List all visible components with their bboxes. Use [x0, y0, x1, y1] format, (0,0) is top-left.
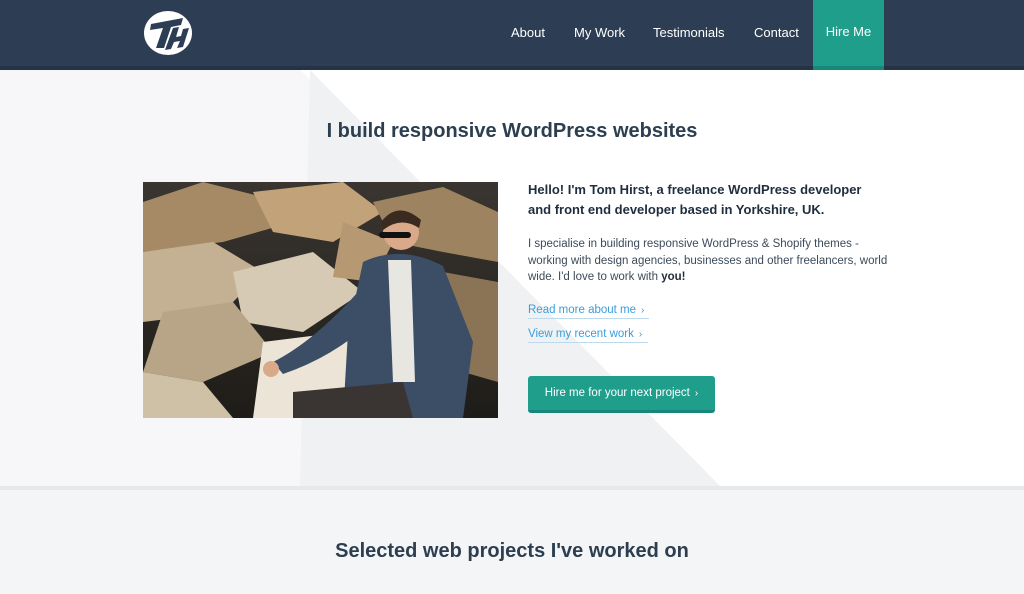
chevron-right-icon: › — [694, 388, 699, 399]
projects-section: Selected web projects I've worked on — [0, 490, 1024, 594]
chevron-right-icon: › — [638, 329, 643, 340]
hire-me-cta-button[interactable]: Hire me for your next project › — [528, 376, 715, 413]
read-more-about-label: Read more about me — [528, 304, 637, 316]
nav-contact[interactable]: Contact — [754, 0, 799, 66]
read-more-about-link[interactable]: Read more about me › — [528, 304, 649, 319]
hero-title: I build responsive WordPress websites — [326, 120, 698, 142]
cta-label: Hire me for your next project — [544, 387, 690, 399]
main-nav: About My Work Testimonials Contact Hire … — [0, 0, 1024, 70]
portrait-photo-icon — [143, 182, 498, 418]
description-text: I specialise in building responsive Word… — [528, 236, 888, 286]
projects-title: Selected web projects I've worked on — [335, 540, 689, 562]
nav-about[interactable]: About — [511, 0, 545, 66]
description-emphasis: you! — [661, 271, 686, 283]
nav-testimonials[interactable]: Testimonials — [653, 0, 725, 66]
chevron-right-icon: › — [641, 305, 645, 316]
profile-photo — [143, 182, 498, 418]
view-recent-work-label: View my recent work — [528, 328, 634, 340]
view-recent-work-link[interactable]: View my recent work › — [528, 328, 648, 343]
intro-text: Hello! I'm Tom Hirst, a freelance WordPr… — [528, 182, 862, 217]
hero-section: I build responsive WordPress websites He… — [0, 70, 1024, 486]
description-body: I specialise in building responsive Word… — [528, 238, 888, 283]
site-header: About My Work Testimonials Contact Hire … — [0, 0, 1024, 70]
nav-my-work[interactable]: My Work — [574, 0, 625, 66]
nav-hire-me-button[interactable]: Hire Me — [813, 0, 884, 70]
